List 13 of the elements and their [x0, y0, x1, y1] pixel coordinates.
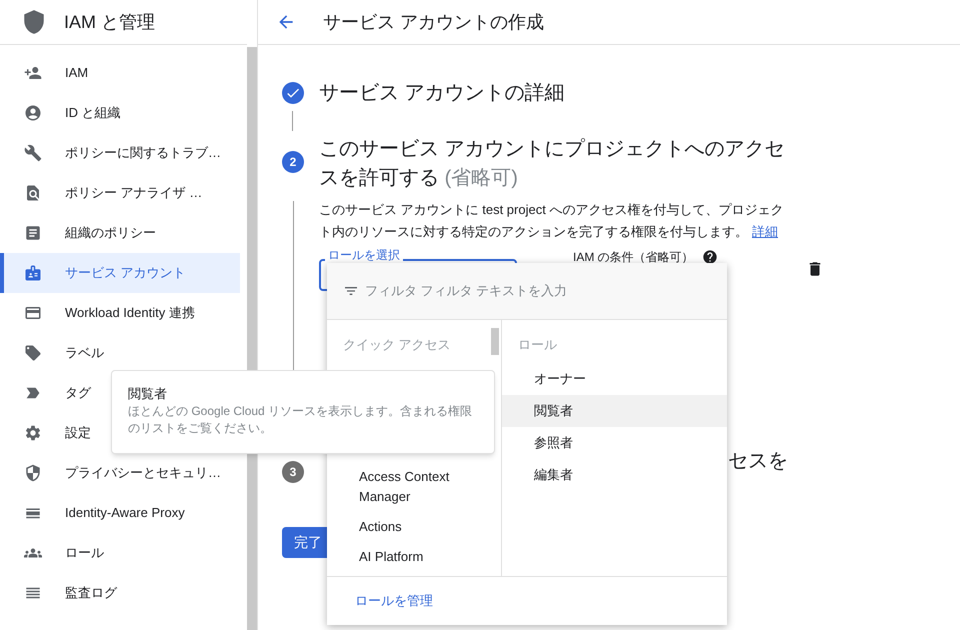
page-title: サービス アカウントの作成 [323, 10, 544, 34]
step-number: 3 [282, 461, 304, 483]
step-description: このサービス アカウントに test project へのアクセス権を付与して、プロジェクト内のリソースに対する特定のアクションを完了する権限を付与します。 詳細 [319, 201, 784, 241]
tooltip-title: 閲覧者 [128, 385, 168, 403]
step-title: サービス アカウントの詳細 [319, 81, 565, 106]
app-title: IAM と管理 [64, 10, 156, 34]
condition-label: IAM の条件（省略可） [573, 249, 694, 265]
step-title: セスを [728, 449, 788, 474]
step-number: 2 [282, 151, 304, 173]
step-title: このサービス アカウントにプロジェクトへのアクセスを許可する (省略可) [319, 137, 786, 191]
list-header: ロール [517, 336, 558, 354]
tooltip-text: ほとんどの Google Cloud リソースを表示します。含まれる権限のリストをご覧ください。 [128, 403, 473, 437]
list-header: クイック アクセス [343, 336, 452, 354]
